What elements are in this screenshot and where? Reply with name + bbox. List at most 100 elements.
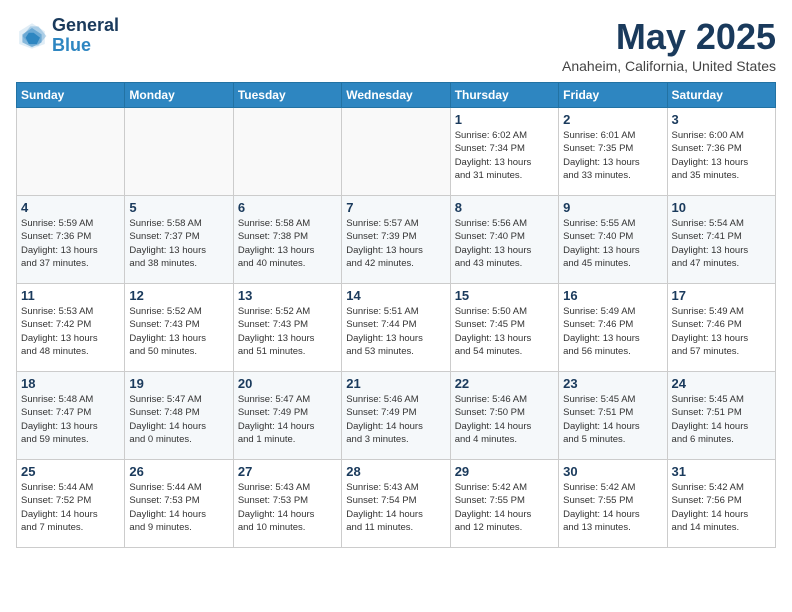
day-info: Sunrise: 5:54 AM Sunset: 7:41 PM Dayligh… xyxy=(672,217,771,270)
day-info: Sunrise: 5:56 AM Sunset: 7:40 PM Dayligh… xyxy=(455,217,554,270)
day-number: 31 xyxy=(672,464,771,479)
page-header: General Blue May 2025 Anaheim, Californi… xyxy=(16,16,776,74)
calendar-cell: 19 Sunrise: 5:47 AM Sunset: 7:48 PM Dayli… xyxy=(125,372,233,460)
calendar-week-5: 25 Sunrise: 5:44 AM Sunset: 7:52 PM Dayli… xyxy=(17,460,776,548)
calendar-cell: 5Sunrise: 5:58 AM Sunset: 7:37 PM Daylig… xyxy=(125,196,233,284)
day-info: Sunrise: 5:46 AM Sunset: 7:49 PM Dayligh… xyxy=(346,393,445,446)
calendar-week-2: 4Sunrise: 5:59 AM Sunset: 7:36 PM Daylig… xyxy=(17,196,776,284)
logo: General Blue xyxy=(16,16,119,56)
day-number: 21 xyxy=(346,376,445,391)
day-info: Sunrise: 5:53 AM Sunset: 7:42 PM Dayligh… xyxy=(21,305,120,358)
calendar-cell: 9 Sunrise: 5:55 AM Sunset: 7:40 PM Daylig… xyxy=(559,196,667,284)
weekday-saturday: Saturday xyxy=(667,83,775,108)
month-title: May 2025 xyxy=(562,16,776,58)
day-info: Sunrise: 5:45 AM Sunset: 7:51 PM Dayligh… xyxy=(563,393,662,446)
calendar-cell xyxy=(17,108,125,196)
day-number: 5 xyxy=(129,200,228,215)
day-info: Sunrise: 5:51 AM Sunset: 7:44 PM Dayligh… xyxy=(346,305,445,358)
day-info: Sunrise: 5:44 AM Sunset: 7:53 PM Dayligh… xyxy=(129,481,228,534)
calendar-cell: 7 Sunrise: 5:57 AM Sunset: 7:39 PM Daylig… xyxy=(342,196,450,284)
calendar-cell: 23 Sunrise: 5:45 AM Sunset: 7:51 PM Dayli… xyxy=(559,372,667,460)
day-info: Sunrise: 5:48 AM Sunset: 7:47 PM Dayligh… xyxy=(21,393,120,446)
day-number: 11 xyxy=(21,288,120,303)
day-info: Sunrise: 5:59 AM Sunset: 7:36 PM Dayligh… xyxy=(21,217,120,270)
calendar-header: SundayMondayTuesdayWednesdayThursdayFrid… xyxy=(17,83,776,108)
day-number: 25 xyxy=(21,464,120,479)
day-info: Sunrise: 5:43 AM Sunset: 7:54 PM Dayligh… xyxy=(346,481,445,534)
day-info: Sunrise: 5:52 AM Sunset: 7:43 PM Dayligh… xyxy=(238,305,337,358)
calendar-cell: 24Sunrise: 5:45 AM Sunset: 7:51 PM Dayli… xyxy=(667,372,775,460)
title-block: May 2025 Anaheim, California, United Sta… xyxy=(562,16,776,74)
day-info: Sunrise: 5:43 AM Sunset: 7:53 PM Dayligh… xyxy=(238,481,337,534)
day-number: 10 xyxy=(672,200,771,215)
calendar-cell: 21 Sunrise: 5:46 AM Sunset: 7:49 PM Dayli… xyxy=(342,372,450,460)
calendar-cell xyxy=(125,108,233,196)
calendar-cell: 13 Sunrise: 5:52 AM Sunset: 7:43 PM Dayli… xyxy=(233,284,341,372)
weekday-sunday: Sunday xyxy=(17,83,125,108)
day-number: 13 xyxy=(238,288,337,303)
calendar-cell: 29 Sunrise: 5:42 AM Sunset: 7:55 PM Dayli… xyxy=(450,460,558,548)
day-number: 3 xyxy=(672,112,771,127)
day-info: Sunrise: 5:52 AM Sunset: 7:43 PM Dayligh… xyxy=(129,305,228,358)
day-number: 12 xyxy=(129,288,228,303)
day-number: 30 xyxy=(563,464,662,479)
day-info: Sunrise: 5:42 AM Sunset: 7:55 PM Dayligh… xyxy=(455,481,554,534)
calendar-cell: 2 Sunrise: 6:01 AM Sunset: 7:35 PM Daylig… xyxy=(559,108,667,196)
day-info: Sunrise: 5:42 AM Sunset: 7:56 PM Dayligh… xyxy=(672,481,771,534)
weekday-header-row: SundayMondayTuesdayWednesdayThursdayFrid… xyxy=(17,83,776,108)
day-number: 29 xyxy=(455,464,554,479)
day-info: Sunrise: 5:49 AM Sunset: 7:46 PM Dayligh… xyxy=(672,305,771,358)
calendar-cell: 18 Sunrise: 5:48 AM Sunset: 7:47 PM Dayli… xyxy=(17,372,125,460)
day-info: Sunrise: 5:55 AM Sunset: 7:40 PM Dayligh… xyxy=(563,217,662,270)
day-number: 27 xyxy=(238,464,337,479)
day-number: 20 xyxy=(238,376,337,391)
calendar-cell: 31 Sunrise: 5:42 AM Sunset: 7:56 PM Dayli… xyxy=(667,460,775,548)
day-number: 16 xyxy=(563,288,662,303)
day-number: 7 xyxy=(346,200,445,215)
day-number: 6 xyxy=(238,200,337,215)
day-info: Sunrise: 5:47 AM Sunset: 7:48 PM Dayligh… xyxy=(129,393,228,446)
weekday-monday: Monday xyxy=(125,83,233,108)
calendar-cell: 25 Sunrise: 5:44 AM Sunset: 7:52 PM Dayli… xyxy=(17,460,125,548)
calendar-cell: 3Sunrise: 6:00 AM Sunset: 7:36 PM Daylig… xyxy=(667,108,775,196)
calendar-week-4: 18 Sunrise: 5:48 AM Sunset: 7:47 PM Dayli… xyxy=(17,372,776,460)
day-number: 19 xyxy=(129,376,228,391)
day-info: Sunrise: 5:44 AM Sunset: 7:52 PM Dayligh… xyxy=(21,481,120,534)
day-number: 24 xyxy=(672,376,771,391)
calendar-cell: 17Sunrise: 5:49 AM Sunset: 7:46 PM Dayli… xyxy=(667,284,775,372)
calendar-cell: 27 Sunrise: 5:43 AM Sunset: 7:53 PM Dayli… xyxy=(233,460,341,548)
day-number: 14 xyxy=(346,288,445,303)
calendar-cell: 12 Sunrise: 5:52 AM Sunset: 7:43 PM Dayli… xyxy=(125,284,233,372)
day-info: Sunrise: 5:46 AM Sunset: 7:50 PM Dayligh… xyxy=(455,393,554,446)
day-info: Sunrise: 6:01 AM Sunset: 7:35 PM Dayligh… xyxy=(563,129,662,182)
calendar-cell: 4Sunrise: 5:59 AM Sunset: 7:36 PM Daylig… xyxy=(17,196,125,284)
weekday-wednesday: Wednesday xyxy=(342,83,450,108)
calendar-cell: 1Sunrise: 6:02 AM Sunset: 7:34 PM Daylig… xyxy=(450,108,558,196)
calendar-cell: 20 Sunrise: 5:47 AM Sunset: 7:49 PM Dayli… xyxy=(233,372,341,460)
calendar-cell: 8 Sunrise: 5:56 AM Sunset: 7:40 PM Daylig… xyxy=(450,196,558,284)
day-number: 18 xyxy=(21,376,120,391)
day-number: 2 xyxy=(563,112,662,127)
calendar-cell: 30 Sunrise: 5:42 AM Sunset: 7:55 PM Dayli… xyxy=(559,460,667,548)
day-info: Sunrise: 5:50 AM Sunset: 7:45 PM Dayligh… xyxy=(455,305,554,358)
calendar-week-3: 11 Sunrise: 5:53 AM Sunset: 7:42 PM Dayli… xyxy=(17,284,776,372)
day-info: Sunrise: 5:57 AM Sunset: 7:39 PM Dayligh… xyxy=(346,217,445,270)
day-info: Sunrise: 5:49 AM Sunset: 7:46 PM Dayligh… xyxy=(563,305,662,358)
calendar-cell: 28Sunrise: 5:43 AM Sunset: 7:54 PM Dayli… xyxy=(342,460,450,548)
day-number: 8 xyxy=(455,200,554,215)
calendar-cell: 22 Sunrise: 5:46 AM Sunset: 7:50 PM Dayli… xyxy=(450,372,558,460)
weekday-thursday: Thursday xyxy=(450,83,558,108)
day-info: Sunrise: 5:42 AM Sunset: 7:55 PM Dayligh… xyxy=(563,481,662,534)
calendar-cell: 14 Sunrise: 5:51 AM Sunset: 7:44 PM Dayli… xyxy=(342,284,450,372)
day-info: Sunrise: 5:47 AM Sunset: 7:49 PM Dayligh… xyxy=(238,393,337,446)
day-info: Sunrise: 6:02 AM Sunset: 7:34 PM Dayligh… xyxy=(455,129,554,182)
day-number: 9 xyxy=(563,200,662,215)
location: Anaheim, California, United States xyxy=(562,58,776,74)
logo-text: General Blue xyxy=(52,16,119,56)
calendar-cell: 26Sunrise: 5:44 AM Sunset: 7:53 PM Dayli… xyxy=(125,460,233,548)
calendar-table: SundayMondayTuesdayWednesdayThursdayFrid… xyxy=(16,82,776,548)
day-number: 23 xyxy=(563,376,662,391)
day-number: 22 xyxy=(455,376,554,391)
day-info: Sunrise: 5:58 AM Sunset: 7:38 PM Dayligh… xyxy=(238,217,337,270)
calendar-cell: 10 Sunrise: 5:54 AM Sunset: 7:41 PM Dayli… xyxy=(667,196,775,284)
